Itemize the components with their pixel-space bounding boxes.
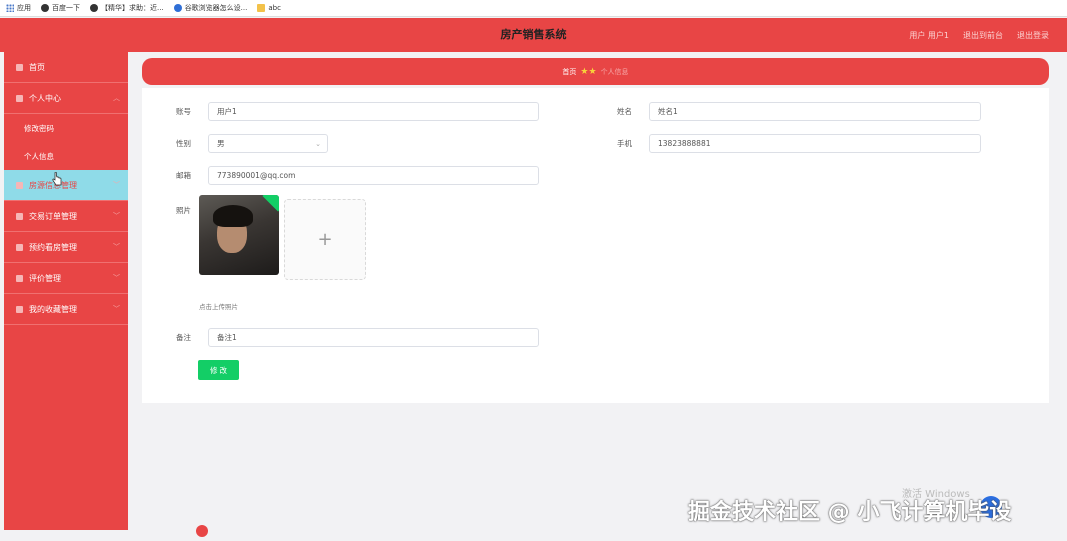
email-input[interactable]: 773890001@qq.com <box>208 166 539 185</box>
account-label: 账号 <box>176 107 191 116</box>
paw-icon <box>173 4 182 12</box>
avatar-photo[interactable] <box>199 195 279 275</box>
gender-select[interactable]: 男 ⌄ <box>208 134 328 153</box>
phone-label: 手机 <box>617 139 632 148</box>
bookmark-baidu[interactable]: 百度一下 <box>41 3 80 13</box>
bookmark-apps[interactable]: 应用 <box>6 3 31 13</box>
submit-button[interactable]: 修 改 <box>198 360 239 380</box>
phone-input[interactable]: 13823888881 <box>649 134 981 153</box>
personal-info-form: 账号 用户1 姓名 姓名1 性别 男 ⌄ 手机 13823888881 邮箱 7… <box>142 88 1049 403</box>
chevron-down-icon: ﹀ <box>113 212 120 220</box>
phone-row: 手机 13823888881 <box>617 134 981 153</box>
current-user: 用户 用户1 <box>909 30 949 40</box>
floating-red-dot <box>196 525 208 537</box>
app-title: 房产销售系统 <box>500 28 567 41</box>
upload-tip: 点击上传照片 <box>199 303 238 311</box>
chevron-down-icon: ⌄ <box>315 139 321 148</box>
check-icon <box>262 195 279 212</box>
chevron-down-icon: ﹀ <box>113 305 120 313</box>
bookmarks-bar: 应用 百度一下 【精华】求助：近... 谷歌浏览器怎么设... abc <box>0 0 1067 17</box>
sidebar-item-change-password[interactable]: 修改密码 <box>4 114 128 142</box>
top-header: 房产销售系统 用户 用户1 退出到前台 退出登录 <box>0 18 1067 52</box>
chevron-down-icon: ﹀ <box>113 181 120 189</box>
list-icon <box>16 274 23 282</box>
remark-label: 备注 <box>176 333 191 342</box>
email-label: 邮箱 <box>176 171 191 180</box>
name-row: 姓名 姓名1 <box>617 102 981 121</box>
sidebar-item-review-manage[interactable]: 评价管理 ﹀ <box>4 263 128 294</box>
gender-value: 男 <box>217 139 225 148</box>
chevron-down-icon: ﹀ <box>113 274 120 282</box>
remark-input[interactable]: 备注1 <box>208 328 539 347</box>
globe-icon <box>90 4 98 12</box>
bookmark-help[interactable]: 【精华】求助：近... <box>90 3 164 13</box>
home-icon <box>16 63 23 71</box>
sidebar-item-home[interactable]: 首页 <box>4 52 128 83</box>
account-row: 账号 用户1 <box>176 102 539 121</box>
star-icon: ★★ <box>580 66 597 77</box>
sidebar: 首页 个人中心 ︿ 修改密码 个人信息 房源信息管理 ﹀ 交易订单管理 ﹀ 预约… <box>4 52 128 530</box>
breadcrumb-current: 个人信息 <box>600 67 629 76</box>
calendar-icon <box>16 243 23 251</box>
sidebar-item-personal-center[interactable]: 个人中心 ︿ <box>4 83 128 114</box>
remark-row: 备注 备注1 <box>176 328 539 347</box>
bookmark-abc[interactable]: abc <box>257 4 281 12</box>
logout-link[interactable]: 退出登录 <box>1017 30 1049 41</box>
chevron-up-icon: ︿ <box>113 94 120 102</box>
plus-icon: + <box>317 229 333 250</box>
gender-row: 性别 男 ⌄ <box>176 134 328 153</box>
hand-cursor-icon <box>52 172 62 186</box>
photo-label: 照片 <box>176 206 191 215</box>
house-icon <box>16 181 23 189</box>
sidebar-item-personal-info[interactable]: 个人信息 <box>4 142 128 170</box>
gender-label: 性别 <box>176 139 191 148</box>
globe-icon <box>41 4 49 12</box>
user-icon <box>16 94 23 102</box>
back-to-frontend-link[interactable]: 退出到前台 <box>963 30 1003 41</box>
sidebar-item-appointment-manage[interactable]: 预约看房管理 ﹀ <box>4 232 128 263</box>
breadcrumb: 首页 ★★ 个人信息 <box>142 58 1049 85</box>
sidebar-item-favorite-manage[interactable]: 我的收藏管理 ﹀ <box>4 294 128 325</box>
bookmark-chrome-settings[interactable]: 谷歌浏览器怎么设... <box>173 3 247 13</box>
name-label: 姓名 <box>617 107 632 116</box>
sidebar-item-house-manage[interactable]: 房源信息管理 ﹀ <box>4 170 128 201</box>
user-icon <box>16 212 23 220</box>
photo-hair <box>213 205 253 227</box>
name-input[interactable]: 姓名1 <box>649 102 981 121</box>
breadcrumb-home[interactable]: 首页 <box>562 67 576 77</box>
watermark-text: 掘金技术社区 @ 小飞计算机毕设 <box>688 500 1012 525</box>
folder-icon <box>257 4 266 12</box>
header-links: 用户 用户1 退出到前台 退出登录 <box>909 18 1049 52</box>
apps-icon <box>6 4 14 12</box>
email-row: 邮箱 773890001@qq.com <box>176 166 539 185</box>
chevron-down-icon: ﹀ <box>113 243 120 251</box>
account-input[interactable]: 用户1 <box>208 102 539 121</box>
bookmark-icon <box>16 305 23 313</box>
sidebar-item-order-manage[interactable]: 交易订单管理 ﹀ <box>4 201 128 232</box>
upload-button[interactable]: + <box>284 199 366 280</box>
